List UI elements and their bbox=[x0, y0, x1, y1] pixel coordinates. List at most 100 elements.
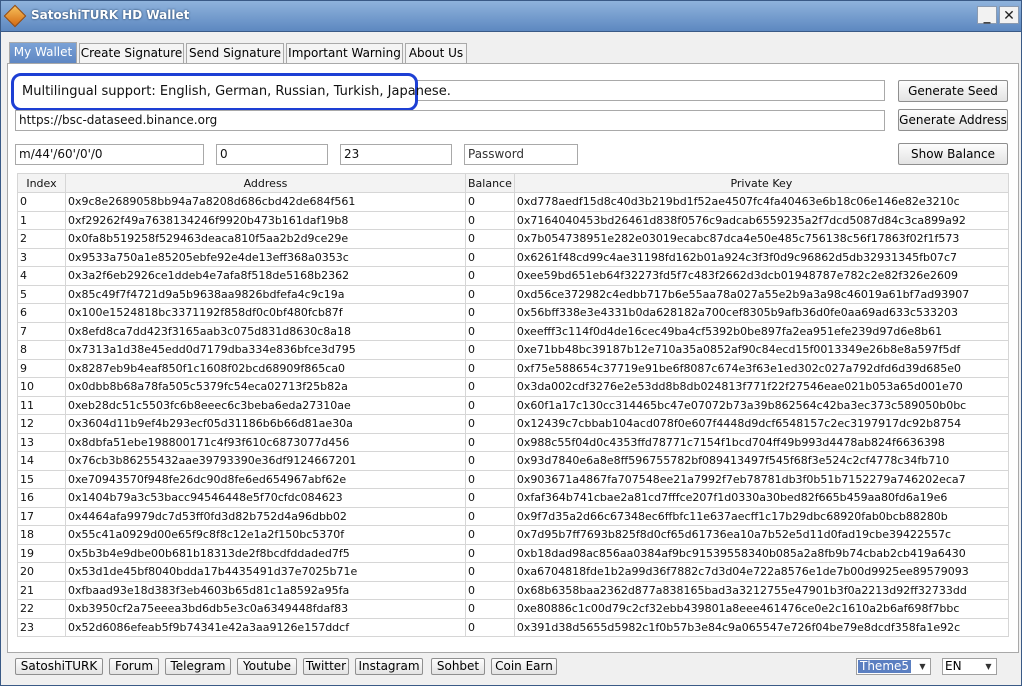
cell-private-key[interactable]: 0x56bff338e3e4331b0da628182a700cef8305b9… bbox=[513, 303, 1009, 323]
header-private-key[interactable]: Private Key bbox=[513, 173, 1009, 193]
cell-address[interactable]: 0x52d6086efeab5f9b74341e42a3aa9126e157dd… bbox=[65, 617, 466, 637]
table-row[interactable]: 16 0x1404b79a3c53bacc94546448e5f70cfdc084… bbox=[17, 488, 1009, 508]
cell-private-key[interactable]: 0x6261f48cd99c4ae31198fd162b01a924c3f3f0… bbox=[513, 247, 1009, 267]
table-row[interactable]: 13 0x8dbfa51ebe198800171c4f93f610c6873077… bbox=[17, 432, 1009, 452]
cell-address[interactable]: 0x9c8e2689058bb94a7a8208d686cbd42de684f5… bbox=[65, 192, 466, 212]
cell-index[interactable]: 10 bbox=[17, 377, 66, 397]
header-address[interactable]: Address bbox=[65, 173, 466, 193]
link-telegram-button[interactable]: Telegram bbox=[165, 658, 231, 675]
cell-address[interactable]: 0x85c49f7f4721d9a5b9638aa9826bdfefa4c9c1… bbox=[65, 284, 466, 304]
cell-private-key[interactable]: 0xe71bb48bc39187b12e710a35a0852af90c84ec… bbox=[513, 340, 1009, 360]
cell-index[interactable]: 18 bbox=[17, 525, 66, 545]
link-sohbet-button[interactable]: Sohbet bbox=[431, 658, 485, 675]
cell-balance[interactable]: 0 bbox=[465, 469, 515, 489]
cell-private-key[interactable]: 0x9f7d35a2d66c67348ec6ffbfc11e637aecff1c… bbox=[513, 506, 1009, 526]
cell-index[interactable]: 2 bbox=[17, 229, 66, 249]
header-index[interactable]: Index bbox=[17, 173, 66, 193]
cell-address[interactable]: 0xe70943570f948fe26dc90d8fe6ed654967abf6… bbox=[65, 469, 466, 489]
cell-address[interactable]: 0x8dbfa51ebe198800171c4f93f610c6873077d4… bbox=[65, 432, 466, 452]
table-row[interactable]: 15 0xe70943570f948fe26dc90d8fe6ed654967ab… bbox=[17, 469, 1009, 489]
cell-index[interactable]: 21 bbox=[17, 580, 66, 600]
cell-address[interactable]: 0x0dbb8b68a78fa505c5379fc54eca02713f25b8… bbox=[65, 377, 466, 397]
theme-select[interactable]: Theme5 ▼ bbox=[856, 658, 931, 675]
cell-balance[interactable]: 0 bbox=[465, 488, 515, 508]
cell-balance[interactable]: 0 bbox=[465, 562, 515, 582]
cell-index[interactable]: 9 bbox=[17, 358, 66, 378]
cell-balance[interactable]: 0 bbox=[465, 340, 515, 360]
cell-index[interactable]: 20 bbox=[17, 562, 66, 582]
table-row[interactable]: 5 0x85c49f7f4721d9a5b9638aa9826bdfefa4c9c… bbox=[17, 284, 1009, 304]
cell-balance[interactable]: 0 bbox=[465, 506, 515, 526]
cell-address[interactable]: 0xfbaad93e18d383f3eb4603b65d81c1a8592a95… bbox=[65, 580, 466, 600]
cell-private-key[interactable]: 0xb18dad98ac856aa0384af9bc91539558340b08… bbox=[513, 543, 1009, 563]
cell-index[interactable]: 6 bbox=[17, 303, 66, 323]
cell-balance[interactable]: 0 bbox=[465, 358, 515, 378]
cell-index[interactable]: 8 bbox=[17, 340, 66, 360]
cell-index[interactable]: 7 bbox=[17, 321, 66, 341]
cell-address[interactable]: 0x76cb3b86255432aae39793390e36df91246672… bbox=[65, 451, 466, 471]
cell-private-key[interactable]: 0x68b6358baa2362d877a838165bad3a3212755e… bbox=[513, 580, 1009, 600]
language-select[interactable]: EN ▼ bbox=[942, 658, 997, 675]
table-row[interactable]: 11 0xeb28dc51c5503fc6b8eeec6c3beba6eda273… bbox=[17, 395, 1009, 415]
cell-index[interactable]: 23 bbox=[17, 617, 66, 637]
table-row[interactable]: 2 0x0fa8b519258f529463deaca810f5aa2b2d9ce… bbox=[17, 229, 1009, 249]
table-row[interactable]: 10 0x0dbb8b68a78fa505c5379fc54eca02713f25… bbox=[17, 377, 1009, 397]
cell-private-key[interactable]: 0x7d95b7ff7693b825f8d0cf65d61736ea10a7b5… bbox=[513, 525, 1009, 545]
cell-private-key[interactable]: 0xeefff3c114f0d4de16cec49ba4cf5392b0be89… bbox=[513, 321, 1009, 341]
cell-private-key[interactable]: 0xf75e588654c37719e91be6f8087c674e3f63e1… bbox=[513, 358, 1009, 378]
cell-private-key[interactable]: 0xa6704818fde1b2a99d36f7882c7d3d04e722a8… bbox=[513, 562, 1009, 582]
cell-private-key[interactable]: 0x12439c7cbbab104acd078f0e607f4448d9dcf6… bbox=[513, 414, 1009, 434]
cell-private-key[interactable]: 0x7164040453bd26461d838f0576c9adcab65592… bbox=[513, 210, 1009, 230]
cell-balance[interactable]: 0 bbox=[465, 599, 515, 619]
table-row[interactable]: 20 0x53d1de45bf8040bdda17b4435491d37e7025… bbox=[17, 562, 1009, 582]
cell-index[interactable]: 0 bbox=[17, 192, 66, 212]
table-row[interactable]: 7 0x8efd8ca7dd423f3165aab3c075d831d8630c8… bbox=[17, 321, 1009, 341]
cell-balance[interactable]: 0 bbox=[465, 321, 515, 341]
table-row[interactable]: 18 0x55c41a0929d00e65f9c8f8c12e1a2f150bc5… bbox=[17, 525, 1009, 545]
link-forum-button[interactable]: Forum bbox=[109, 658, 159, 675]
header-balance[interactable]: Balance bbox=[465, 173, 515, 193]
cell-index[interactable]: 13 bbox=[17, 432, 66, 452]
cell-balance[interactable]: 0 bbox=[465, 525, 515, 545]
cell-index[interactable]: 4 bbox=[17, 266, 66, 286]
cell-address[interactable]: 0x1404b79a3c53bacc94546448e5f70cfdc08462… bbox=[65, 488, 466, 508]
cell-index[interactable]: 1 bbox=[17, 210, 66, 230]
cell-balance[interactable]: 0 bbox=[465, 266, 515, 286]
cell-address[interactable]: 0x0fa8b519258f529463deaca810f5aa2b2d9ce2… bbox=[65, 229, 466, 249]
table-row[interactable]: 14 0x76cb3b86255432aae39793390e36df912466… bbox=[17, 451, 1009, 471]
cell-index[interactable]: 5 bbox=[17, 284, 66, 304]
cell-private-key[interactable]: 0x391d38d5655d5982c1f0b57b3e84c9a065547e… bbox=[513, 617, 1009, 637]
cell-private-key[interactable]: 0x988c55f04d0c4353ffd78771c7154f1bcd704f… bbox=[513, 432, 1009, 452]
cell-private-key[interactable]: 0x60f1a17c130cc314465bc47e07072b73a39b86… bbox=[513, 395, 1009, 415]
table-row[interactable]: 12 0x3604d11b9ef4b293ecf05d31186b6b66d81a… bbox=[17, 414, 1009, 434]
table-row[interactable]: 9 0x8287eb9b4eaf850f1c1608f02bcd68909f865… bbox=[17, 358, 1009, 378]
cell-index[interactable]: 14 bbox=[17, 451, 66, 471]
cell-index[interactable]: 12 bbox=[17, 414, 66, 434]
cell-balance[interactable]: 0 bbox=[465, 617, 515, 637]
cell-private-key[interactable]: 0x3da002cdf3276e2e53dd8b8db024813f771f22… bbox=[513, 377, 1009, 397]
cell-private-key[interactable]: 0x93d7840e6a8e8ff596755782bf089413497f54… bbox=[513, 451, 1009, 471]
link-instagram-button[interactable]: Instagram bbox=[355, 658, 423, 675]
cell-private-key[interactable]: 0xee59bd651eb64f32273fd5f7c483f2662d3dcb… bbox=[513, 266, 1009, 286]
cell-index[interactable]: 19 bbox=[17, 543, 66, 563]
link-coin-earn-button[interactable]: Coin Earn bbox=[491, 658, 557, 675]
cell-private-key[interactable]: 0x7b054738951e282e03019ecabc87dca4e50e48… bbox=[513, 229, 1009, 249]
cell-private-key[interactable]: 0xe80886c1c00d79c2cf32ebb439801a8eee4614… bbox=[513, 599, 1009, 619]
link-twitter-button[interactable]: Twitter bbox=[303, 658, 349, 675]
cell-address[interactable]: 0x7313a1d38e45edd0d7179dba334e836bfce3d7… bbox=[65, 340, 466, 360]
table-row[interactable]: 21 0xfbaad93e18d383f3eb4603b65d81c1a8592a… bbox=[17, 580, 1009, 600]
cell-balance[interactable]: 0 bbox=[465, 451, 515, 471]
table-row[interactable]: 1 0xf29262f49a7638134246f9920b473b161daf1… bbox=[17, 210, 1009, 230]
cell-address[interactable]: 0x8287eb9b4eaf850f1c1608f02bcd68909f865c… bbox=[65, 358, 466, 378]
table-row[interactable]: 17 0x4464afa9979dc7d53ff0fd3d82b752d4a96d… bbox=[17, 506, 1009, 526]
cell-address[interactable]: 0x53d1de45bf8040bdda17b4435491d37e7025b7… bbox=[65, 562, 466, 582]
cell-private-key[interactable]: 0xd56ce372982c4edbb717b6e55aa78a027a55e2… bbox=[513, 284, 1009, 304]
cell-index[interactable]: 16 bbox=[17, 488, 66, 508]
cell-index[interactable]: 11 bbox=[17, 395, 66, 415]
table-row[interactable]: 6 0x100e1524818bc3371192f858df0c0bf480fcb… bbox=[17, 303, 1009, 323]
cell-balance[interactable]: 0 bbox=[465, 303, 515, 323]
cell-balance[interactable]: 0 bbox=[465, 432, 515, 452]
cell-index[interactable]: 3 bbox=[17, 247, 66, 267]
cell-index[interactable]: 17 bbox=[17, 506, 66, 526]
cell-address[interactable]: 0x3a2f6eb2926ce1ddeb4e7afa8f518de5168b23… bbox=[65, 266, 466, 286]
